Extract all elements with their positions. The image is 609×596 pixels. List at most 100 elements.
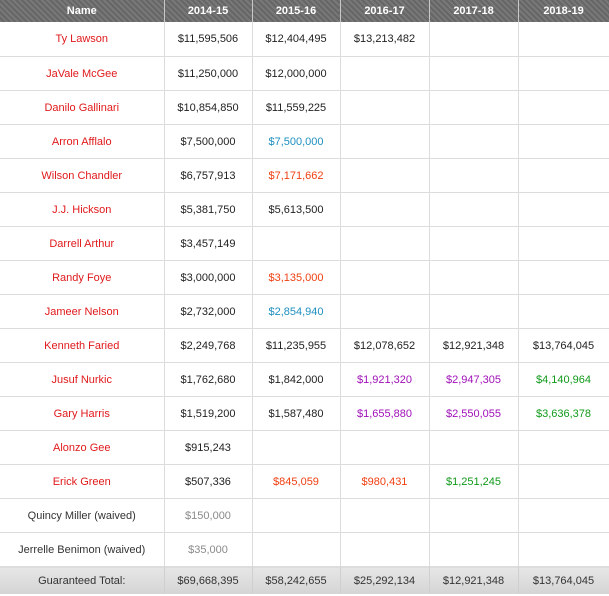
salary-cell: $7,500,000: [164, 124, 253, 159]
table-row: Kenneth Faried $2,249,768 $11,235,955 $12,0…: [0, 328, 609, 363]
table-header: Name 2014-15 2015-16 2016-17 2017-18 2018-19: [0, 0, 609, 22]
table-row: Randy Foye $3,000,000 $3,135,000: [0, 260, 609, 295]
guaranteed-total-label: Guaranteed Total:: [0, 566, 165, 594]
salary-cell: [340, 56, 430, 91]
guaranteed-total-value: $13,764,045: [518, 566, 609, 594]
salary-cell: $2,249,768: [164, 328, 253, 363]
salary-cell: [429, 430, 519, 465]
salary-cell: [429, 260, 519, 295]
table-row: Ty Lawson $11,595,506 $12,404,495 $13,213,4…: [0, 22, 609, 57]
player-name-link[interactable]: Alonzo Gee: [0, 430, 165, 465]
salary-cell: [429, 124, 519, 159]
player-name-link[interactable]: Jusuf Nurkic: [0, 362, 165, 397]
header-row: Name 2014-15 2015-16 2016-17 2017-18 2018-19: [0, 0, 609, 22]
player-name-link[interactable]: Erick Green: [0, 464, 165, 499]
salary-cell: [518, 226, 609, 261]
table-row: Alonzo Gee $915,243: [0, 430, 609, 465]
salary-cell: $12,000,000: [252, 56, 341, 91]
salary-cell: $2,947,305: [429, 362, 519, 397]
salary-cell: $12,078,652: [340, 328, 430, 363]
salary-cell: [429, 192, 519, 227]
salary-cell: $507,336: [164, 464, 253, 499]
table-row: Quincy Miller (waived) $150,000: [0, 498, 609, 533]
column-header-season[interactable]: 2018-19: [518, 0, 609, 22]
salary-cell: [429, 294, 519, 329]
table-row: Wilson Chandler $6,757,913 $7,171,662: [0, 158, 609, 193]
salary-cell: $150,000: [164, 498, 253, 533]
table-row: JaVale McGee $11,250,000 $12,000,000: [0, 56, 609, 91]
player-name-link[interactable]: Arron Afflalo: [0, 124, 165, 159]
salary-cell: $3,135,000: [252, 260, 341, 295]
player-name-link[interactable]: Wilson Chandler: [0, 158, 165, 193]
table-body: Ty Lawson $11,595,506 $12,404,495 $13,213,4…: [0, 22, 609, 567]
player-name-link[interactable]: J.J. Hickson: [0, 192, 165, 227]
salary-cell: $3,000,000: [164, 260, 253, 295]
salary-cell: $2,854,940: [252, 294, 341, 329]
table-row: Jerrelle Benimon (waived) $35,000: [0, 532, 609, 567]
guaranteed-total-value: $12,921,348: [429, 566, 519, 594]
salary-cell: [518, 124, 609, 159]
salary-cell: $6,757,913: [164, 158, 253, 193]
salary-cell: $3,457,149: [164, 226, 253, 261]
salary-cell: $2,732,000: [164, 294, 253, 329]
salary-cell: [518, 498, 609, 533]
waived-player-name: Quincy Miller (waived): [0, 498, 165, 533]
salary-cell: $915,243: [164, 430, 253, 465]
player-name-link[interactable]: JaVale McGee: [0, 56, 165, 91]
table-row: Darrell Arthur $3,457,149: [0, 226, 609, 261]
salary-cell: [518, 260, 609, 295]
salary-cell: $5,381,750: [164, 192, 253, 227]
salary-cell: $1,762,680: [164, 362, 253, 397]
waived-player-name: Jerrelle Benimon (waived): [0, 532, 165, 567]
salary-cell: [340, 430, 430, 465]
table-row: Arron Afflalo $7,500,000 $7,500,000: [0, 124, 609, 159]
column-header-season[interactable]: 2016-17: [340, 0, 430, 22]
salary-cell: [340, 532, 430, 567]
salary-table: Name 2014-15 2015-16 2016-17 2017-18 2018-19 …: [0, 0, 609, 594]
salary-cell: $11,595,506: [164, 22, 253, 57]
salary-cell: $980,431: [340, 464, 430, 499]
salary-cell: [518, 22, 609, 57]
salary-cell: [252, 226, 341, 261]
salary-cell: [518, 192, 609, 227]
salary-cell: [340, 158, 430, 193]
salary-cell: [429, 56, 519, 91]
salary-cell: [518, 158, 609, 193]
table-row: Erick Green $507,336 $845,059 $980,431 $1,25…: [0, 464, 609, 499]
column-header-season[interactable]: 2014-15: [164, 0, 253, 22]
salary-cell: [429, 498, 519, 533]
salary-cell: [518, 90, 609, 125]
player-name-link[interactable]: Randy Foye: [0, 260, 165, 295]
salary-cell: $2,550,055: [429, 396, 519, 431]
table-row: Jusuf Nurkic $1,762,680 $1,842,000 $1,921,3…: [0, 362, 609, 397]
player-name-link[interactable]: Jameer Nelson: [0, 294, 165, 329]
column-header-name[interactable]: Name: [0, 0, 165, 22]
salary-cell: [340, 226, 430, 261]
salary-cell: [518, 294, 609, 329]
player-name-link[interactable]: Ty Lawson: [0, 22, 165, 57]
column-header-season[interactable]: 2017-18: [429, 0, 519, 22]
table-footer: Guaranteed Total: $69,668,395 $58,242,655…: [0, 566, 609, 594]
player-name-link[interactable]: Darrell Arthur: [0, 226, 165, 261]
player-name-link[interactable]: Gary Harris: [0, 396, 165, 431]
salary-cell: $5,613,500: [252, 192, 341, 227]
salary-cell: [340, 192, 430, 227]
player-name-link[interactable]: Danilo Gallinari: [0, 90, 165, 125]
salary-cell: $12,404,495: [252, 22, 341, 57]
salary-cell: [518, 430, 609, 465]
guaranteed-total-row: Guaranteed Total: $69,668,395 $58,242,655…: [0, 566, 609, 594]
salary-cell: [518, 464, 609, 499]
player-name-link[interactable]: Kenneth Faried: [0, 328, 165, 363]
salary-cell: [518, 56, 609, 91]
salary-cell: [252, 532, 341, 567]
salary-cell: $1,519,200: [164, 396, 253, 431]
salary-cell: $11,235,955: [252, 328, 341, 363]
salary-cell: $1,655,880: [340, 396, 430, 431]
salary-cell: [252, 498, 341, 533]
column-header-season[interactable]: 2015-16: [252, 0, 341, 22]
salary-cell: [340, 124, 430, 159]
salary-cell: $1,842,000: [252, 362, 341, 397]
salary-cell: [429, 90, 519, 125]
salary-cell: $11,250,000: [164, 56, 253, 91]
salary-cell: $10,854,850: [164, 90, 253, 125]
